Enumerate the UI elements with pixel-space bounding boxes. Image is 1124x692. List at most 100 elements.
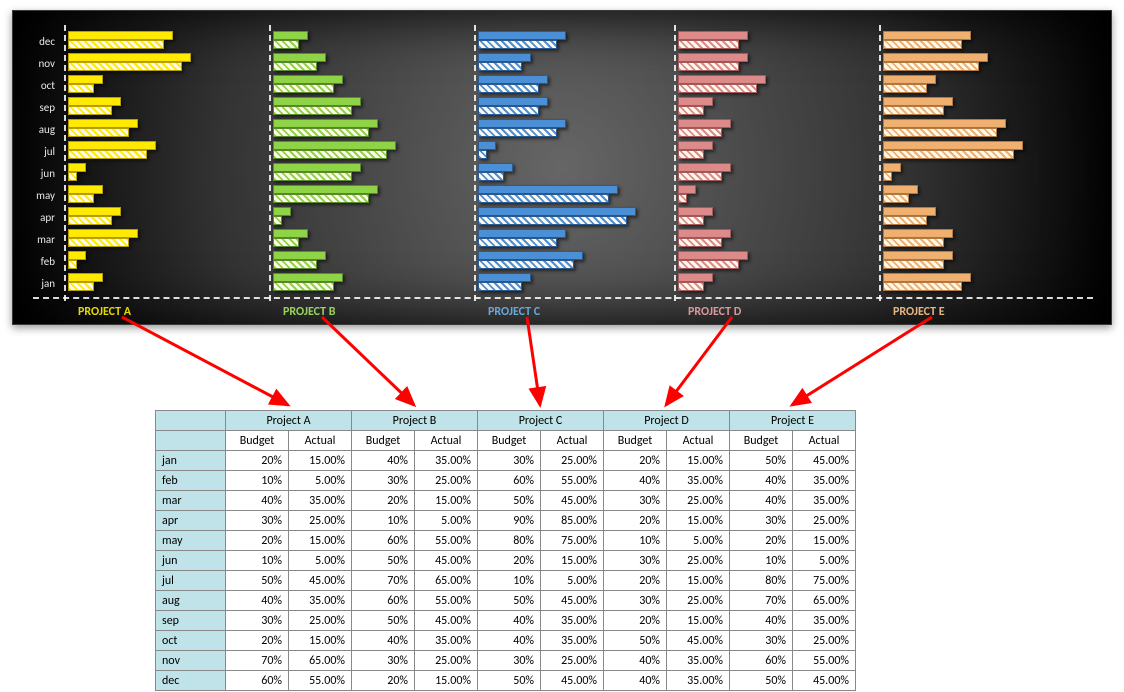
table-month-cell: dec xyxy=(156,671,226,691)
chart-bar-budget xyxy=(478,207,636,216)
table-actual-cell: 45.00% xyxy=(793,451,856,471)
table-col-actual: Actual xyxy=(667,431,730,451)
chart-bar-actual xyxy=(478,282,522,291)
chart-y-tick-labels: decnovoctsepaugjuljunmayaprmarfebjan xyxy=(19,31,61,295)
chart-project-label: PROJECT C xyxy=(488,305,540,319)
table-actual-cell: 45.00% xyxy=(541,491,604,511)
chart-bar-pair xyxy=(478,207,653,229)
chart-bar-budget xyxy=(273,53,326,62)
chart-bar-pair xyxy=(678,97,853,119)
chart-bar-actual xyxy=(478,172,504,181)
table-budget-cell: 10% xyxy=(226,471,289,491)
table-actual-cell: 15.00% xyxy=(541,551,604,571)
chart-bar-budget xyxy=(273,229,308,238)
chart-bar-budget xyxy=(68,251,86,260)
table-actual-cell: 25.00% xyxy=(667,551,730,571)
chart-bar-pair xyxy=(478,185,653,207)
chart-y-tick: sep xyxy=(19,97,61,119)
chart-bar-pair xyxy=(678,251,853,273)
chart-bar-actual xyxy=(478,216,627,225)
chart-bar-actual xyxy=(273,172,352,181)
table-actual-cell: 25.00% xyxy=(667,491,730,511)
table-actual-cell: 45.00% xyxy=(415,611,478,631)
annotation-arrow xyxy=(792,317,932,405)
table-row: aug40%35.00%60%55.00%50%45.00%30%25.00%7… xyxy=(156,591,856,611)
table-row: mar40%35.00%20%15.00%50%45.00%30%25.00%4… xyxy=(156,491,856,511)
annotation-arrow xyxy=(666,317,732,405)
chart-bar-actual xyxy=(273,194,369,203)
table-budget-cell: 50% xyxy=(730,451,793,471)
table-budget-cell: 10% xyxy=(352,511,415,531)
chart-bar-budget xyxy=(478,75,548,84)
chart-bar-actual xyxy=(478,128,557,137)
table-actual-cell: 65.00% xyxy=(289,651,352,671)
chart-bar-pair xyxy=(273,185,448,207)
table-actual-cell: 25.00% xyxy=(541,651,604,671)
table-budget-cell: 20% xyxy=(604,511,667,531)
chart-bar-budget xyxy=(68,163,86,172)
table-col-actual: Actual xyxy=(541,431,604,451)
table-budget-cell: 30% xyxy=(352,651,415,671)
chart-group xyxy=(68,31,243,295)
chart-bar-budget xyxy=(883,53,988,62)
chart-bar-pair xyxy=(883,119,1058,141)
chart-bar-pair xyxy=(68,119,243,141)
table-actual-cell: 45.00% xyxy=(415,551,478,571)
chart-bar-budget xyxy=(273,97,361,106)
table-budget-cell: 90% xyxy=(478,511,541,531)
table-budget-cell: 10% xyxy=(730,551,793,571)
chart-bar-pair xyxy=(883,229,1058,251)
chart-bar-actual xyxy=(273,128,369,137)
table-actual-cell: 25.00% xyxy=(541,451,604,471)
table-month-cell: feb xyxy=(156,471,226,491)
table-actual-cell: 65.00% xyxy=(793,591,856,611)
chart-bar-actual xyxy=(68,216,112,225)
table-actual-cell: 55.00% xyxy=(793,651,856,671)
chart-bar-budget xyxy=(68,119,138,128)
chart-y-axis xyxy=(474,25,476,301)
chart-bar-actual xyxy=(478,40,557,49)
chart-bar-budget xyxy=(678,31,748,40)
chart-bar-budget xyxy=(478,273,531,282)
chart-bar-budget xyxy=(883,273,971,282)
table-actual-cell: 35.00% xyxy=(793,491,856,511)
table-month-cell: jan xyxy=(156,451,226,471)
table-budget-cell: 40% xyxy=(352,631,415,651)
chart-bar-pair xyxy=(678,273,853,295)
table-month-cell: sep xyxy=(156,611,226,631)
table-budget-cell: 60% xyxy=(730,651,793,671)
chart-bar-budget xyxy=(678,229,731,238)
chart-bar-pair xyxy=(273,229,448,251)
table-actual-cell: 5.00% xyxy=(667,531,730,551)
table-budget-cell: 30% xyxy=(730,511,793,531)
chart-bar-pair xyxy=(68,141,243,163)
chart-y-tick: may xyxy=(19,185,61,207)
chart-bar-actual xyxy=(883,238,944,247)
table-actual-cell: 35.00% xyxy=(793,611,856,631)
table-col-actual: Actual xyxy=(415,431,478,451)
table-actual-cell: 45.00% xyxy=(793,671,856,691)
chart-bar-pair xyxy=(68,251,243,273)
chart-bar-actual xyxy=(273,106,352,115)
table-budget-cell: 30% xyxy=(730,631,793,651)
table-month-cell: apr xyxy=(156,511,226,531)
chart-bar-pair xyxy=(478,75,653,97)
chart-y-axis xyxy=(674,25,676,301)
chart-bar-pair xyxy=(678,75,853,97)
table-budget-cell: 40% xyxy=(604,471,667,491)
chart-bar-budget xyxy=(478,163,513,172)
chart-bar-budget xyxy=(883,207,936,216)
chart-bar-pair xyxy=(883,207,1058,229)
table-actual-cell: 5.00% xyxy=(289,551,352,571)
chart-bar-pair xyxy=(68,185,243,207)
chart-bar-actual xyxy=(678,40,739,49)
table-budget-cell: 30% xyxy=(604,551,667,571)
table-actual-cell: 5.00% xyxy=(415,511,478,531)
chart-bar-budget xyxy=(883,251,953,260)
annotation-arrow xyxy=(527,317,540,405)
table-col-budget: Budget xyxy=(478,431,541,451)
chart-bar-pair xyxy=(678,141,853,163)
table-actual-cell: 35.00% xyxy=(541,631,604,651)
table-actual-cell: 15.00% xyxy=(415,491,478,511)
table-budget-cell: 60% xyxy=(352,591,415,611)
